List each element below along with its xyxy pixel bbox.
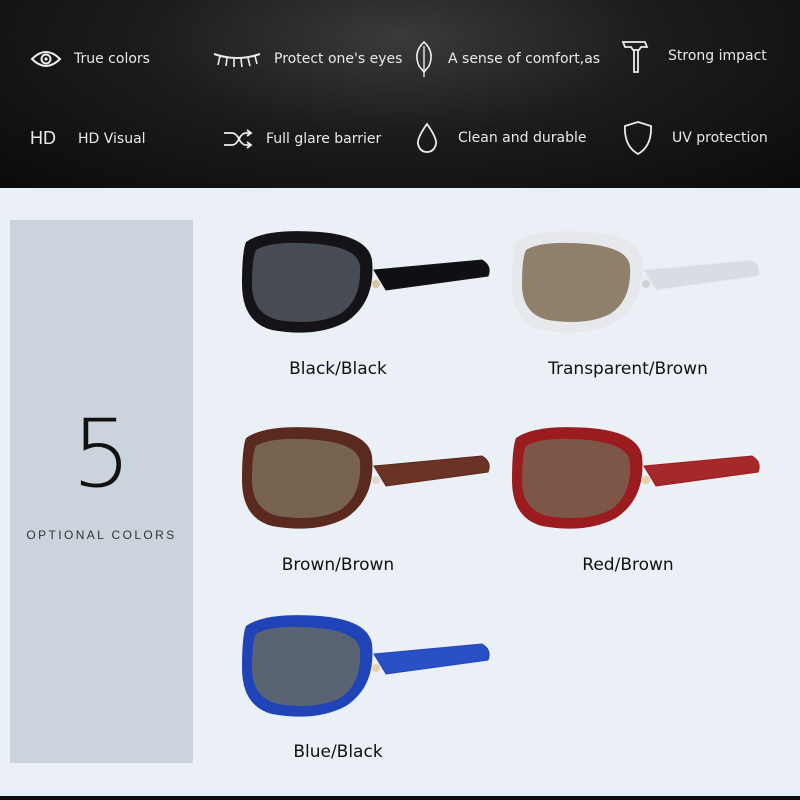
- sunglasses-blue-black: [236, 606, 496, 730]
- sunglasses-brown-brown: [236, 418, 496, 542]
- feature-label: Protect one's eyes: [274, 51, 403, 67]
- feature-clean-durable: Clean and durable: [416, 122, 586, 154]
- feature-glare-barrier: Full glare barrier: [222, 128, 381, 150]
- variant-caption: Black/Black: [289, 359, 387, 379]
- eye-icon: [30, 48, 62, 70]
- feature-label: UV protection: [672, 130, 768, 146]
- features-banner: [0, 0, 800, 188]
- sunglasses-transparent-brown: [506, 222, 766, 346]
- hammer-icon: [620, 38, 650, 74]
- feature-strong-impact: Strong impact: [620, 38, 767, 74]
- feature-label: Full glare barrier: [266, 131, 382, 147]
- feature-comfort: A sense of comfort,as: [412, 40, 600, 78]
- sunglasses-black-black: [236, 222, 496, 346]
- feature-true-colors: True colors: [30, 48, 150, 70]
- options-count: 5: [71, 400, 132, 509]
- feature-protect-eyes: Protect one's eyes: [212, 50, 402, 68]
- variant-caption: Transparent/Brown: [548, 359, 708, 379]
- feature-label: Strong impact: [668, 48, 767, 64]
- hd-icon: HD: [30, 128, 56, 148]
- variant-caption: Red/Brown: [582, 555, 674, 575]
- shield-icon: [622, 120, 654, 156]
- variant-caption: Blue/Black: [293, 742, 383, 762]
- feature-hd-visual: HD HD Visual: [30, 128, 146, 149]
- bottom-divider: [0, 796, 800, 800]
- water-drop-icon: [416, 122, 438, 154]
- feature-label: Clean and durable: [458, 130, 587, 146]
- shuffle-icon: [222, 128, 254, 150]
- sunglasses-red-brown: [506, 418, 766, 542]
- feather-icon: [412, 40, 436, 78]
- options-label: OPTIONAL COLORS: [26, 528, 177, 542]
- feature-label: HD Visual: [78, 130, 146, 147]
- variant-caption: Brown/Brown: [281, 555, 395, 575]
- feature-uv-protection: UV protection: [622, 120, 768, 156]
- eyelash-icon: [212, 50, 262, 68]
- feature-label: A sense of comfort,as: [448, 51, 601, 67]
- feature-label: True colors: [74, 51, 150, 67]
